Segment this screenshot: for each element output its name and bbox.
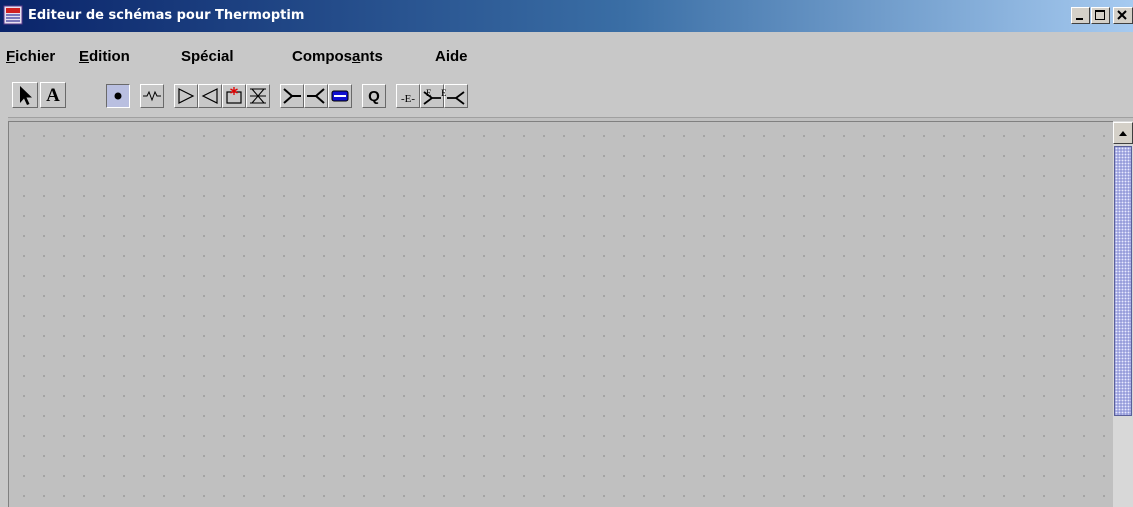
menu-composants[interactable]: Composants: [292, 48, 383, 66]
external-mixer-icon: [423, 91, 441, 105]
menu-aide[interactable]: Aide: [435, 48, 468, 66]
close-icon: [1117, 10, 1127, 20]
menu-edition[interactable]: Edition: [79, 48, 130, 66]
heat-tool-button[interactable]: Q: [362, 84, 386, 108]
menu-special[interactable]: Spécial: [181, 48, 234, 66]
mixer-icon: [283, 88, 301, 104]
diagram-canvas[interactable]: [8, 121, 1113, 507]
external-divider-tool-button[interactable]: E: [441, 84, 468, 108]
combustion-chamber-icon: [226, 87, 242, 104]
point-tool-button[interactable]: [106, 84, 130, 108]
window-title: Editeur de schémas pour Thermoptim: [28, 8, 305, 23]
process-icon: [143, 90, 161, 102]
divider-icon: [307, 88, 325, 104]
combustion-tool-button[interactable]: [222, 84, 246, 108]
external-tool-button[interactable]: -E-: [396, 84, 420, 108]
mixer-tool-button[interactable]: [280, 84, 304, 108]
close-button[interactable]: [1113, 7, 1133, 24]
title-bar: Editeur de schémas pour Thermoptim: [0, 0, 1133, 32]
throttling-tool-button[interactable]: [246, 84, 270, 108]
menu-fichier[interactable]: Fichier: [6, 48, 55, 66]
external-divider-label: E: [441, 88, 447, 98]
compressor-icon: [178, 88, 195, 104]
external-process-icon: -E-: [400, 93, 416, 105]
toolbar: A Q -E- E E: [0, 72, 1133, 118]
scroll-up-button[interactable]: [1113, 122, 1133, 144]
heat-exchanger-icon: [331, 90, 349, 102]
arrow-cursor-icon: [20, 86, 32, 105]
exchanger-tool-button[interactable]: [328, 84, 352, 108]
maximize-icon: [1095, 10, 1105, 20]
expansion-tool-button[interactable]: [198, 84, 222, 108]
left-border: [0, 117, 8, 507]
menu-bar: Fichier Edition Spécial Composants Aide: [0, 32, 1133, 72]
point-icon: [114, 92, 122, 100]
external-mixer-label: E: [426, 88, 432, 98]
minimize-button[interactable]: [1071, 7, 1090, 24]
heat-q-icon: Q: [368, 88, 380, 105]
expander-icon: [201, 88, 218, 104]
compression-tool-button[interactable]: [174, 84, 198, 108]
minimize-icon: [1076, 18, 1083, 20]
external-divider-icon: [447, 91, 465, 105]
divider-tool-button[interactable]: [304, 84, 328, 108]
process-tool-button[interactable]: [140, 84, 164, 108]
select-tool-button[interactable]: [12, 82, 38, 108]
letter-a-icon: A: [46, 85, 60, 106]
app-icon[interactable]: [3, 5, 23, 25]
scroll-thumb[interactable]: [1114, 146, 1132, 416]
maximize-button[interactable]: [1091, 7, 1110, 24]
text-tool-button[interactable]: A: [40, 82, 66, 108]
throttle-valve-icon: [250, 88, 266, 104]
chevron-up-icon: [1119, 131, 1127, 136]
